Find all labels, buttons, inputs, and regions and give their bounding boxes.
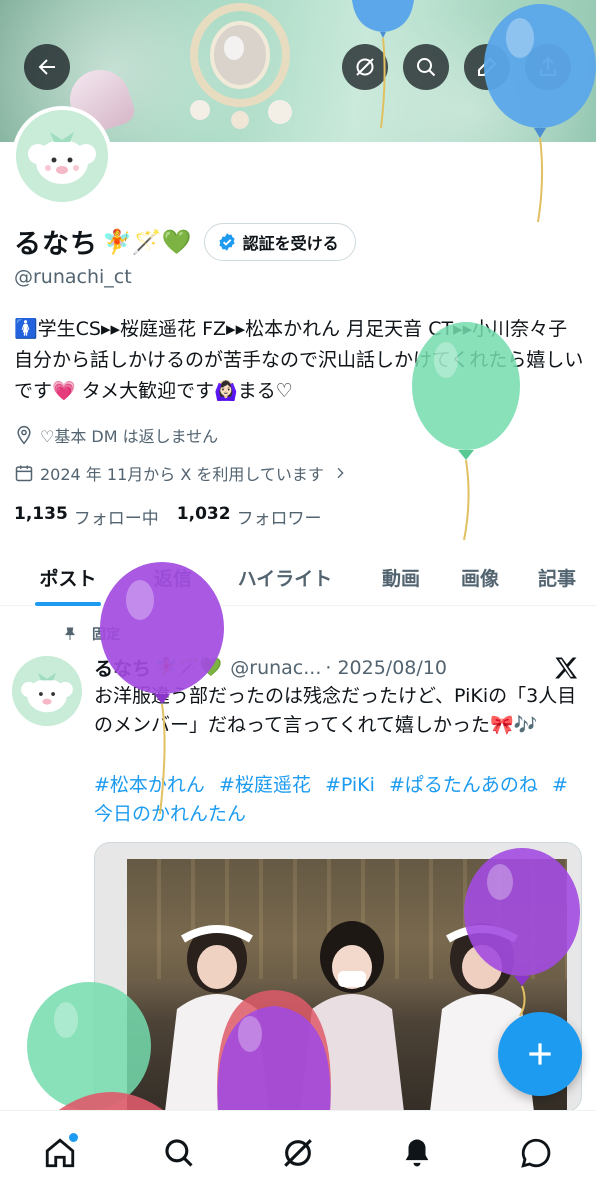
pin-icon (65, 627, 75, 640)
following-count: 1,135 (14, 504, 68, 524)
profile-location: ♡基本 DM は返しません (14, 423, 218, 447)
profile-handle: @runachi_ct (14, 266, 132, 288)
balloon-decoration (352, 0, 414, 129)
balloon-decoration (56, 1092, 166, 1112)
bell-icon (405, 1139, 429, 1167)
profile-name-row: るなち 🧚🪄💚 認証を受ける (14, 222, 356, 261)
profile-name: るなち (14, 229, 98, 260)
nav-grok[interactable] (276, 1131, 320, 1175)
grok-icon (284, 1139, 312, 1167)
tab-highlights[interactable]: ハイライト (210, 548, 360, 606)
nav-home[interactable] (38, 1131, 82, 1175)
post-author-avatar[interactable] (12, 656, 82, 726)
post-date[interactable]: · 2025/08/10 (325, 657, 447, 679)
avatar-mascot-icon (16, 110, 108, 202)
location-pin-icon (17, 425, 31, 445)
followers-label: フォロワー (236, 509, 322, 529)
nav-notifications[interactable] (395, 1131, 439, 1175)
compose-button[interactable] (498, 1012, 582, 1096)
followers-count: 1,032 (176, 504, 231, 524)
verified-badge-icon (219, 232, 235, 251)
balloon-decoration (484, 4, 596, 223)
bottom-navigation (0, 1110, 596, 1200)
followers-link[interactable]: 1,032 フォロワー (177, 504, 322, 529)
nav-search[interactable] (157, 1131, 201, 1175)
get-verified-label: 認証を受ける (242, 233, 339, 253)
search-icon (165, 1139, 193, 1167)
balloon-decoration (412, 322, 520, 541)
chevron-right-icon (337, 467, 344, 479)
tab-articles[interactable]: 記事 (518, 548, 596, 606)
balloon-decoration (100, 562, 224, 815)
following-link[interactable]: 1,135 フォロー中 (14, 504, 159, 529)
notification-dot (68, 1133, 78, 1142)
profile-name-emojis: 🧚🪄💚 (102, 227, 192, 256)
profile-avatar[interactable] (12, 106, 112, 206)
profile-joined[interactable]: 2024 年 11月から X を利用しています (14, 461, 354, 485)
nav-messages[interactable] (514, 1131, 558, 1175)
post-author-handle[interactable]: @runac... (230, 657, 321, 679)
follow-stats: 1,135 フォロー中 1,032 フォロワー (14, 504, 322, 529)
profile-tabs: ポスト 返信 ハイライト 動画 画像 記事 (0, 548, 596, 606)
plus-icon (529, 1043, 551, 1065)
joined-text: 2024 年 11月から X を利用しています (40, 465, 324, 484)
back-button[interactable] (24, 44, 70, 90)
balloon-decoration (217, 990, 331, 1112)
hashtag-link[interactable]: #桜庭遥花 (219, 774, 311, 796)
tab-videos[interactable]: 動画 (360, 548, 442, 606)
get-verified-button[interactable]: 認証を受ける (203, 222, 356, 261)
calendar-icon (15, 465, 33, 482)
following-label: フォロー中 (73, 509, 159, 529)
hashtag-link[interactable]: #ぱるたんあのね (389, 774, 538, 796)
avatar-mascot-icon (12, 656, 82, 726)
message-icon (521, 1138, 551, 1168)
x-logo-icon (555, 657, 578, 679)
balloon-decoration (464, 848, 580, 1016)
hashtag-link[interactable]: #PiKi (325, 774, 375, 796)
tab-images[interactable]: 画像 (442, 548, 518, 606)
arrow-left-icon (38, 59, 55, 75)
location-text: ♡基本 DM は返しません (40, 427, 219, 446)
banner-brooch-icon (190, 3, 292, 129)
